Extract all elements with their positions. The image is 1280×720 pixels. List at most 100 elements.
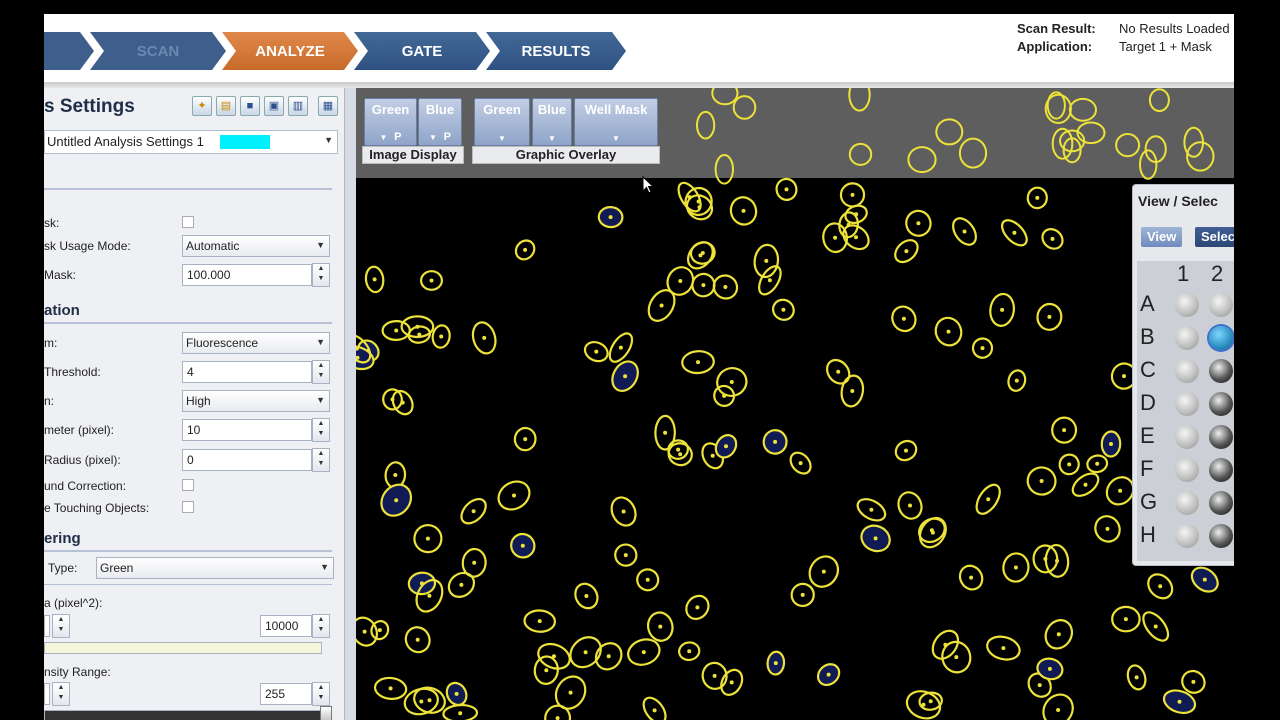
well-g2[interactable] [1209,491,1233,515]
radius-stepper[interactable]: ▲ ▼ [312,448,330,472]
plate-title: View / Selec [1138,193,1218,209]
cell-center-dot [1047,314,1052,319]
scan-result-label: Scan Result: [1017,21,1096,36]
mask-input[interactable]: 100.000 [182,264,312,286]
intensity-max-input[interactable]: 255 [260,683,312,705]
area-min-stepper[interactable]: ▲ ▼ [52,614,70,638]
cell-center-dot [946,329,951,334]
well-c1[interactable] [1175,359,1199,383]
well-d1[interactable] [1175,392,1199,416]
area-range-slider[interactable] [44,642,322,654]
cell-center-dot [687,195,692,200]
well-b1[interactable] [1175,326,1199,350]
cell-center-dot [568,690,573,695]
cell-outlines-overlay [356,88,1219,720]
overlay-well-mask-button[interactable]: Well Mask ▼ [574,98,658,146]
well-c2[interactable] [1209,359,1233,383]
settings-window-icon[interactable]: ▦ [318,96,338,116]
background-correction-checkbox[interactable] [182,479,194,491]
settings-selector[interactable]: Untitled Analysis Settings 1 ▼ [44,130,338,154]
intensity-min-input[interactable] [44,683,50,705]
well-f2[interactable] [1209,458,1233,482]
cell-center-dot [458,711,463,716]
filter-type-label: Type: [48,561,78,575]
sensitivity-select[interactable]: High ▼ [182,390,330,412]
new-settings-icon[interactable]: ✦ [192,96,212,116]
step-results[interactable]: RESULTS [486,32,626,70]
image-display-green-button[interactable]: Green ▼ P [364,98,417,146]
intensity-min-stepper[interactable]: ▲ ▼ [52,682,70,706]
use-mask-checkbox[interactable] [182,216,194,228]
plate-column-header: 1 [1177,261,1190,286]
radius-label: Radius (pixel): [44,453,121,467]
well-b2[interactable] [1209,326,1233,350]
area-min-input[interactable] [44,615,50,637]
diameter-input[interactable]: 10 [182,419,312,441]
well-e1[interactable] [1175,425,1199,449]
filter-type-select[interactable]: Green ▼ [96,557,334,579]
intensity-max-stepper[interactable]: ▲ ▼ [312,682,330,706]
mask-stepper[interactable]: ▲ ▼ [312,263,330,287]
save-icon[interactable]: ■ [240,96,260,116]
well-e2[interactable] [1209,425,1233,449]
intensity-slider-handle[interactable] [320,706,332,720]
well-h2[interactable] [1209,524,1233,548]
background-correction-label: und Correction: [44,479,127,493]
export-icon[interactable]: ▥ [288,96,308,116]
plate-select-button[interactable]: Selec [1195,227,1234,247]
threshold-input[interactable]: 4 [182,361,312,383]
intensity-max-value: 255 [265,687,286,701]
area-max-stepper[interactable]: ▲ ▼ [312,614,330,638]
plate-view-panel: View / Selec View Selec 1 2 ABCDEFGH [1132,184,1234,566]
cell-center-dot [555,716,560,720]
intensity-range-slider[interactable] [44,710,322,720]
well-g1[interactable] [1175,491,1199,515]
step-prev[interactable] [44,32,94,70]
overlay-blue-button[interactable]: Blue ▼ [532,98,572,146]
radius-value: 0 [187,453,194,467]
cell-center-dot [583,650,588,655]
diameter-stepper[interactable]: ▲ ▼ [312,418,330,442]
well-h1[interactable] [1175,524,1199,548]
algorithm-select[interactable]: Fluorescence ▼ [182,332,330,354]
cell-center-dot [594,349,599,354]
cell-outline [1068,97,1098,122]
step-analyze[interactable]: ANALYZE [222,32,358,70]
threshold-stepper[interactable]: ▲ ▼ [312,360,330,384]
cell-outline [732,95,757,120]
save-as-icon[interactable]: ▣ [264,96,284,116]
touching-objects-checkbox[interactable] [182,501,194,513]
cell-center-dot [676,447,681,452]
image-viewer[interactable]: Green ▼ P Blue ▼ P Image Display Green ▼… [356,88,1234,720]
cell-center-dot [773,439,778,444]
cell-outline [848,88,871,112]
cell-center-dot [1039,479,1044,483]
area-max-value: 10000 [265,619,299,633]
plate-view-button[interactable]: View [1141,227,1183,247]
step-scan[interactable]: SCAN [90,32,226,70]
open-folder-icon[interactable]: ▤ [216,96,236,116]
plate-row-header: B [1140,324,1155,349]
overlay-green-button[interactable]: Green ▼ [474,98,530,146]
sensitivity-value: High [186,394,211,408]
cell-outline [1076,121,1106,145]
cell-center-dot [1158,584,1163,589]
step-gate[interactable]: GATE [354,32,490,70]
cell-center-dot [901,316,906,321]
well-a1[interactable] [1175,293,1199,317]
cell-center-dot [767,278,772,283]
cell-center-dot [929,528,934,533]
area-max-input[interactable]: 10000 [260,615,312,637]
well-d2[interactable] [1209,392,1233,416]
well-f1[interactable] [1175,458,1199,482]
scan-result-value: No Results Loaded [1119,21,1230,36]
cell-center-dot [869,507,874,512]
mask-usage-mode-select[interactable]: Automatic ▼ [182,235,330,257]
cell-outline [1115,133,1141,158]
well-a2[interactable] [1209,293,1233,317]
image-display-blue-button[interactable]: Blue ▼ P [418,98,462,146]
radius-input[interactable]: 0 [182,449,312,471]
cell-center-dot [722,393,727,398]
cell-outline [711,88,739,106]
filter-type-value: Green [100,561,134,575]
